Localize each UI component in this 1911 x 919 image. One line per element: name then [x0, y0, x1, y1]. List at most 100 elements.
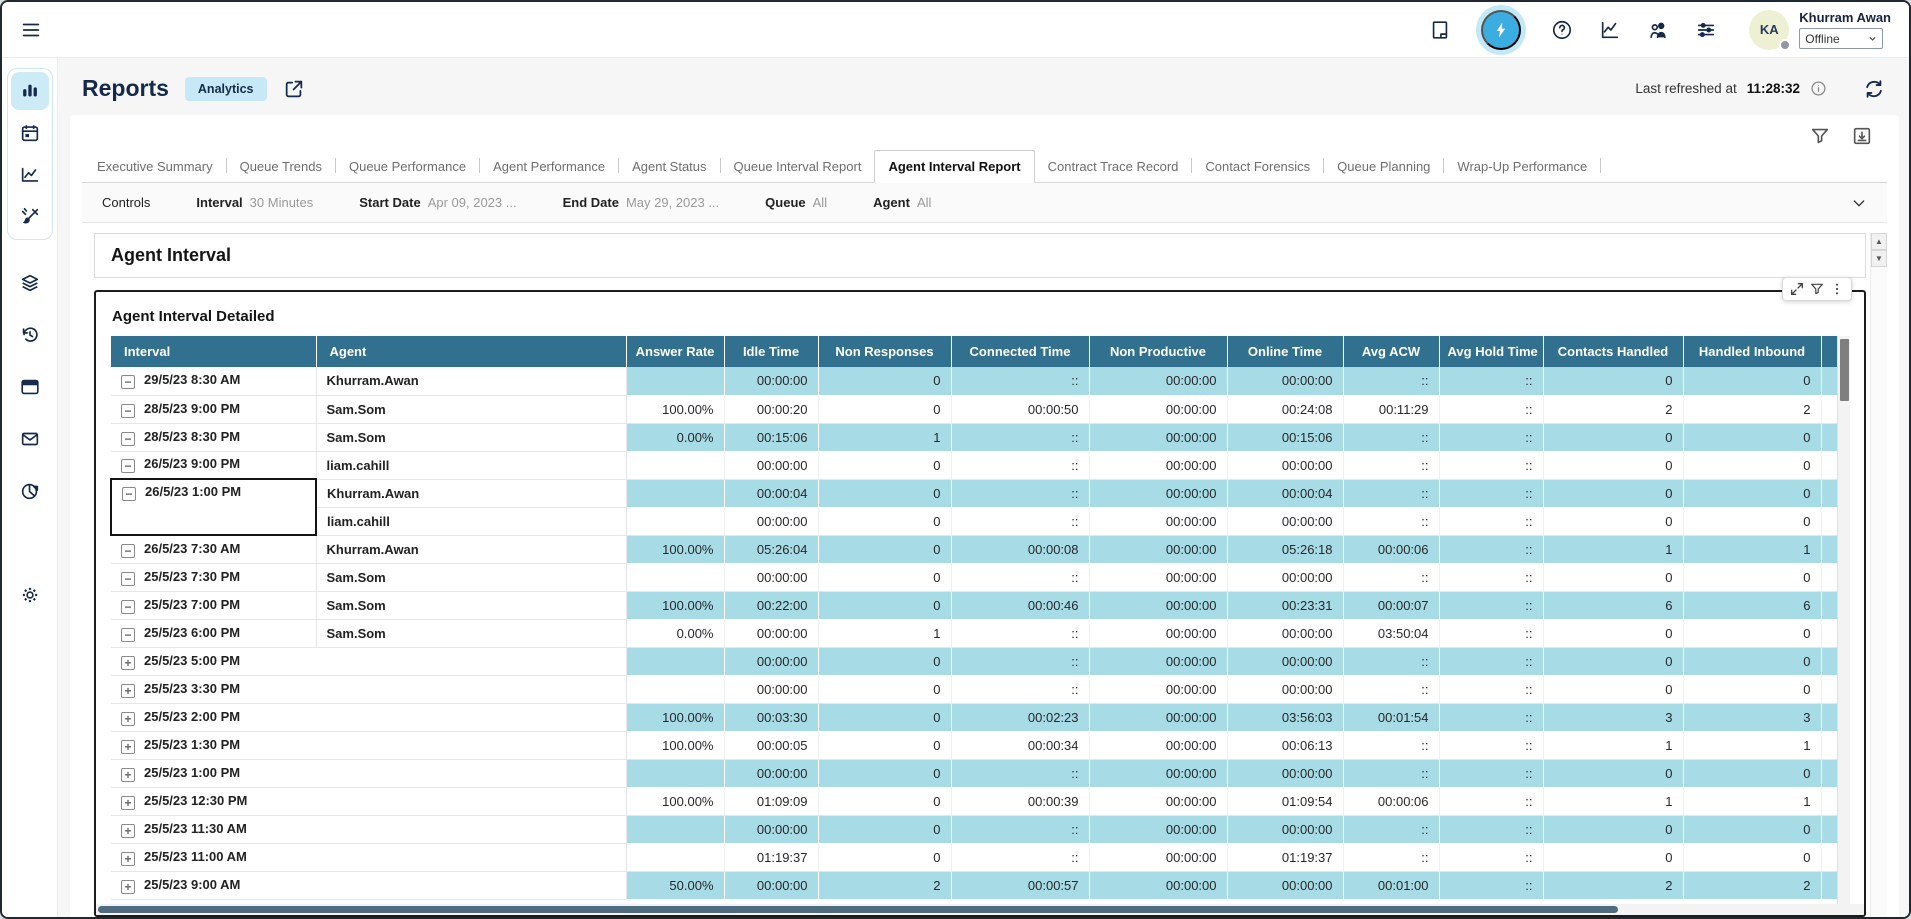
data-cell[interactable]: 100.00% [626, 703, 724, 731]
expand-row-icon[interactable] [121, 824, 135, 838]
download-icon[interactable] [1851, 125, 1873, 147]
open-external-icon[interactable] [283, 78, 305, 100]
data-cell[interactable]: 1 [1543, 535, 1683, 563]
notes-icon[interactable] [1429, 19, 1451, 41]
column-header-agent[interactable]: Agent [316, 336, 626, 367]
data-cell[interactable]: 00:00:00 [1227, 367, 1343, 395]
data-cell[interactable]: 00:00:00 [1089, 675, 1227, 703]
data-cell[interactable]: 0 [818, 703, 951, 731]
column-header-online-time[interactable]: Online Time [1227, 336, 1343, 367]
data-cell[interactable]: 0 [1683, 647, 1821, 675]
data-cell[interactable]: 0.00% [626, 619, 724, 647]
filter-icon[interactable] [1809, 125, 1831, 147]
data-cell[interactable]: 3 [1543, 703, 1683, 731]
data-cell[interactable]: 3 [1683, 703, 1821, 731]
data-cell[interactable]: 00:06:13 [1227, 731, 1343, 759]
agent-cell[interactable]: Sam.Som [316, 395, 626, 423]
data-cell[interactable]: :: [951, 479, 1089, 507]
collapse-row-icon[interactable] [121, 375, 135, 389]
data-cell[interactable]: :: [951, 367, 1089, 395]
data-cell[interactable]: 00:02:23 [951, 703, 1089, 731]
sidebar-item-trends[interactable] [11, 156, 49, 194]
data-cell[interactable]: 0 [1543, 479, 1683, 507]
tab-queue-performance[interactable]: Queue Performance [336, 151, 479, 182]
data-cell[interactable]: 00:00:04 [1227, 479, 1343, 507]
data-cell[interactable]: 0 [818, 759, 951, 787]
data-cell[interactable]: :: [1343, 759, 1439, 787]
data-cell[interactable]: 00:24:08 [1227, 395, 1343, 423]
expand-row-icon[interactable] [121, 656, 135, 670]
data-cell[interactable]: 0 [1543, 843, 1683, 871]
data-cell[interactable]: 100.00% [626, 731, 724, 759]
data-cell[interactable]: :: [1439, 563, 1543, 591]
data-cell[interactable]: 1 [1543, 731, 1683, 759]
data-cell[interactable]: 00:03:30 [724, 703, 818, 731]
data-cell[interactable]: 0 [1683, 759, 1821, 787]
data-cell[interactable]: 00:23:31 [1227, 591, 1343, 619]
agent-cell[interactable]: Sam.Som [316, 563, 626, 591]
sidebar-item-history[interactable] [11, 316, 49, 354]
tab-queue-interval-report[interactable]: Queue Interval Report [721, 151, 875, 182]
column-header-non-productive[interactable]: Non Productive [1089, 336, 1227, 367]
data-cell[interactable]: 00:15:06 [1227, 423, 1343, 451]
data-cell[interactable]: :: [1343, 507, 1439, 535]
data-cell[interactable]: :: [1343, 647, 1439, 675]
interval-cell[interactable]: 29/5/23 8:30 AM [111, 367, 316, 395]
column-header-idle-time[interactable]: Idle Time [724, 336, 818, 367]
table-horizontal-scrollbar[interactable] [96, 904, 1864, 915]
data-cell[interactable]: 0 [818, 479, 951, 507]
data-cell[interactable]: 00:00:00 [1089, 703, 1227, 731]
data-cell[interactable]: 00:00:50 [951, 395, 1089, 423]
column-header-avg-acw[interactable]: Avg ACW [1343, 336, 1439, 367]
data-cell[interactable]: 0 [1683, 367, 1821, 395]
collapse-row-icon[interactable] [121, 628, 135, 642]
data-cell[interactable]: 100.00% [626, 787, 724, 815]
tab-agent-interval-report[interactable]: Agent Interval Report [874, 150, 1034, 183]
data-cell[interactable]: 0 [1543, 675, 1683, 703]
data-cell[interactable]: 00:00:00 [1089, 815, 1227, 843]
data-cell[interactable]: :: [951, 619, 1089, 647]
data-cell[interactable]: 100.00% [626, 395, 724, 423]
data-cell[interactable]: 0 [1683, 423, 1821, 451]
data-cell[interactable] [626, 675, 724, 703]
data-cell[interactable] [626, 843, 724, 871]
expand-row-icon[interactable] [121, 796, 135, 810]
tab-agent-status[interactable]: Agent Status [619, 151, 719, 182]
data-cell[interactable]: 00:00:00 [1227, 815, 1343, 843]
data-cell[interactable]: 0 [1543, 367, 1683, 395]
data-cell[interactable]: 0 [818, 787, 951, 815]
data-cell[interactable]: 00:00:00 [724, 647, 818, 675]
interval-cell[interactable]: 25/5/23 7:00 PM [111, 591, 316, 619]
data-cell[interactable]: 00:00:06 [1343, 787, 1439, 815]
data-cell[interactable]: 0 [1543, 759, 1683, 787]
data-cell[interactable]: 05:26:04 [724, 535, 818, 563]
data-cell[interactable]: :: [1343, 451, 1439, 479]
data-cell[interactable]: 00:00:00 [724, 507, 818, 535]
interval-cell[interactable]: 25/5/23 6:00 PM [111, 619, 316, 647]
data-cell[interactable]: 2 [1543, 871, 1683, 899]
preferences-sliders-icon[interactable] [1695, 19, 1717, 41]
data-cell[interactable] [626, 647, 724, 675]
data-cell[interactable]: 0 [1543, 451, 1683, 479]
data-cell[interactable]: :: [951, 815, 1089, 843]
data-cell[interactable]: :: [1439, 675, 1543, 703]
data-cell[interactable]: 0 [818, 367, 951, 395]
data-cell[interactable]: :: [951, 423, 1089, 451]
sidebar-item-design[interactable] [11, 198, 49, 236]
scroll-up-icon[interactable]: ▲ [1871, 233, 1887, 250]
data-cell[interactable]: :: [951, 647, 1089, 675]
data-cell[interactable]: 00:00:07 [1343, 591, 1439, 619]
data-cell[interactable]: 00:11:29 [1343, 395, 1439, 423]
data-cell[interactable]: 00:00:00 [724, 451, 818, 479]
sidebar-item-schedule[interactable] [11, 114, 49, 152]
data-cell[interactable]: 00:00:00 [1089, 591, 1227, 619]
interval-cell[interactable]: 25/5/23 11:30 AM [111, 815, 626, 843]
tab-wrap-up-performance[interactable]: Wrap-Up Performance [1444, 151, 1600, 182]
filter-end-date[interactable]: End DateMay 29, 2023 ... [563, 195, 720, 210]
data-cell[interactable]: 1 [1683, 787, 1821, 815]
data-cell[interactable]: 00:00:06 [1343, 535, 1439, 563]
avatar[interactable]: KA [1749, 10, 1789, 50]
column-header-non-responses[interactable]: Non Responses [818, 336, 951, 367]
data-cell[interactable]: 0 [1543, 423, 1683, 451]
data-cell[interactable]: 0 [1683, 675, 1821, 703]
